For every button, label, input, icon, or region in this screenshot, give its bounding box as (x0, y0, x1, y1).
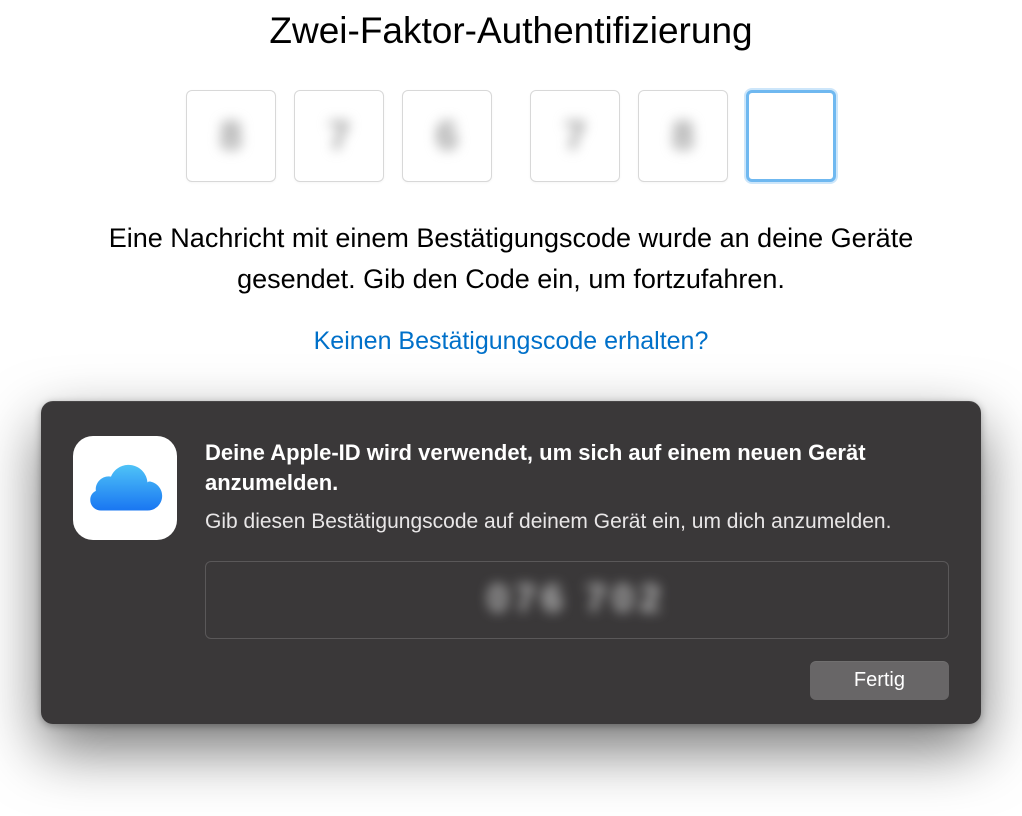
page-title: Zwei-Faktor-Authentifizierung (0, 10, 1022, 52)
code-input-group: 8 7 6 7 8 (0, 90, 1022, 182)
modal-text-block: Deine Apple-ID wird verwendet, um sich a… (205, 436, 949, 639)
modal-title: Deine Apple-ID wird verwendet, um sich a… (205, 438, 949, 497)
code-input-3[interactable]: 6 (402, 90, 492, 182)
code-input-2[interactable]: 7 (294, 90, 384, 182)
modal-subtitle: Gib diesen Bestätigungscode auf deinem G… (205, 507, 949, 536)
two-factor-panel: Zwei-Faktor-Authentifizierung 8 7 6 7 8 … (0, 0, 1022, 356)
verification-code-display: 076 702 (205, 561, 949, 639)
no-code-link[interactable]: Keinen Bestätigungscode erhalten? (314, 327, 709, 356)
cloud-icon (86, 449, 164, 527)
code-input-5[interactable]: 8 (638, 90, 728, 182)
modal-footer: Fertig (73, 661, 949, 700)
modal-content: Deine Apple-ID wird verwendet, um sich a… (73, 436, 949, 639)
code-input-4[interactable]: 7 (530, 90, 620, 182)
icloud-icon (73, 436, 177, 540)
done-button[interactable]: Fertig (810, 661, 949, 700)
code-input-1[interactable]: 8 (186, 90, 276, 182)
verification-code-modal: Deine Apple-ID wird verwendet, um sich a… (41, 401, 981, 724)
code-input-6[interactable] (746, 90, 836, 182)
verification-code-value: 076 702 (487, 578, 666, 621)
instruction-text: Eine Nachricht mit einem Bestätigungscod… (101, 218, 921, 299)
